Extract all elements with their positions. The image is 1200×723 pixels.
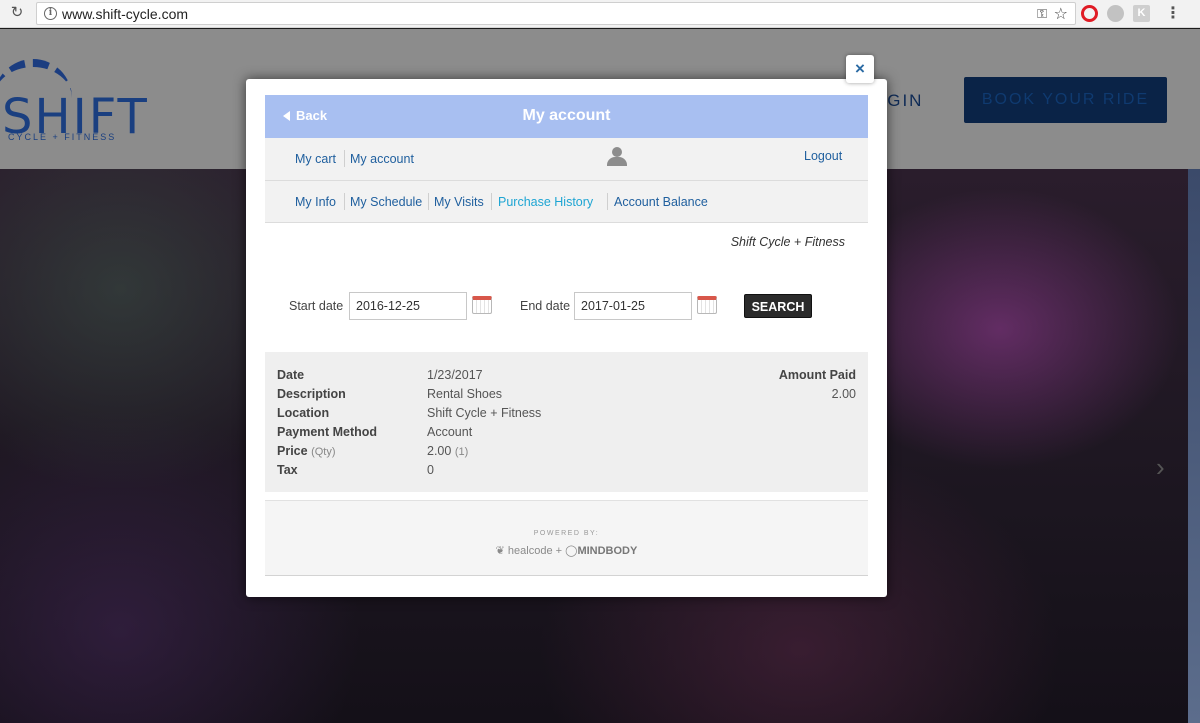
description-value: Rental Shoes [427,387,503,401]
start-date-input[interactable]: 2016-12-25 [349,292,467,320]
amount-paid-value: 2.00 [831,387,856,401]
k-extension-icon[interactable]: K [1133,5,1150,22]
search-button[interactable]: SEARCH [744,294,812,318]
key-icon[interactable]: ⚿ [1037,6,1047,22]
site-logo-tagline: CYCLE + FITNESS [8,132,117,142]
end-date-input[interactable]: 2017-01-25 [574,292,692,320]
reload-icon[interactable]: ↻ [9,5,25,21]
start-date-label: Start date [289,299,344,313]
calendar-icon[interactable] [472,296,492,314]
account-modal: Back My account My cart My account Logou… [246,79,887,597]
tax-label: Tax [277,463,298,477]
location-label: Location [277,406,330,420]
price-value: 2.00 (1) [427,444,469,458]
studio-name: Shift Cycle + Fitness [730,235,845,249]
tab-my-visits[interactable]: My Visits [434,195,484,209]
powered-by-text: POWERED BY: [533,530,600,537]
tab-my-info[interactable]: My Info [295,195,336,209]
mindbody-logo: MINDBODY [577,545,638,557]
healcode-leaf-icon: ❦ [495,545,505,557]
date-filter: Start date 2016-12-25 End date 2017-01-2… [265,291,868,323]
tab-purchase-history[interactable]: Purchase History [498,195,593,209]
nav-divider [607,193,608,210]
payment-method-value: Account [427,425,473,439]
location-value: Shift Cycle + Fitness [427,406,542,420]
extension-icon[interactable] [1107,5,1124,22]
qty-label: (Qty) [311,446,336,458]
account-tabs: My Info My Schedule My Visits Purchase H… [265,181,868,223]
modal-title: My account [522,107,611,124]
end-date-label: End date [520,299,571,313]
qty-value: (1) [454,446,469,458]
book-your-ride-button[interactable]: BOOK YOUR RIDE [964,77,1167,123]
nav-divider [344,150,345,167]
browser-menu-icon[interactable]: ⋮ [1165,3,1181,23]
date-value: 1/23/2017 [427,368,483,382]
chevron-right-icon[interactable]: › [1156,452,1165,483]
close-icon[interactable]: × [846,55,874,83]
url-text[interactable]: www.shift-cycle.com [62,6,188,22]
powered-by-footer: POWERED BY: ❦ healcode + ◯MINDBODY [265,500,868,576]
plus-sign: + [555,545,563,557]
partner-logos[interactable]: ❦ healcode + ◯MINDBODY [265,544,868,557]
description-label: Description [277,387,346,401]
healcode-logo: healcode [507,545,553,557]
price-label: Price (Qty) [277,444,336,458]
amount-paid-label: Amount Paid [778,368,856,382]
bookmark-star-icon[interactable]: ☆ [1054,4,1068,24]
payment-method-label: Payment Method [277,425,378,439]
purchase-record: Date 1/23/2017 Description Rental Shoes … [265,352,868,492]
hero-edge [1188,169,1200,723]
address-bar[interactable]: i www.shift-cycle.com ⚿ ☆ [36,2,1076,25]
calendar-icon[interactable] [697,296,717,314]
opera-extension-icon[interactable] [1081,5,1098,22]
nav-divider [428,193,429,210]
browser-toolbar: ↻ i www.shift-cycle.com ⚿ ☆ K ⋮ [0,0,1200,28]
my-account-link[interactable]: My account [350,152,414,166]
tab-my-schedule[interactable]: My Schedule [350,195,422,209]
account-top-nav: My cart My account Logout [265,138,868,181]
tax-value: 0 [427,463,434,477]
mindbody-circle-icon: ◯ [565,545,578,557]
nav-divider [491,193,492,210]
my-cart-link[interactable]: My cart [295,152,336,166]
info-icon[interactable]: i [44,7,57,20]
user-icon [607,147,627,167]
modal-title-bar: Back My account [265,95,868,138]
logout-link[interactable]: Logout [804,149,842,163]
nav-divider [344,193,345,210]
date-label: Date [277,368,305,382]
tab-account-balance[interactable]: Account Balance [614,195,708,209]
